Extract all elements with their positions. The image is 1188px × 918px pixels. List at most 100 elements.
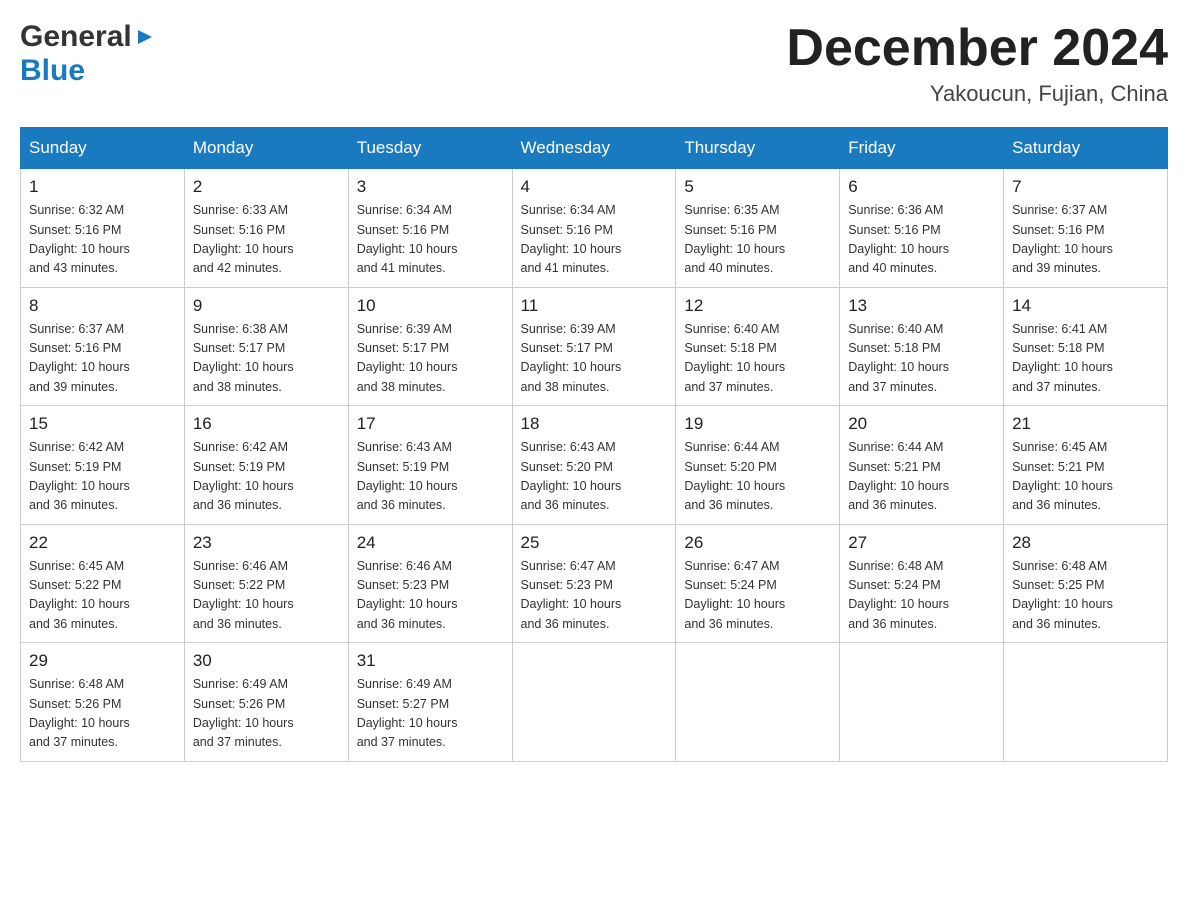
day-info: Sunrise: 6:43 AMSunset: 5:20 PMDaylight:… (521, 438, 668, 516)
calendar-empty-cell (512, 643, 676, 762)
day-number: 4 (521, 177, 668, 197)
calendar-day-24: 24 Sunrise: 6:46 AMSunset: 5:23 PMDayligh… (348, 524, 512, 643)
calendar-day-29: 29Sunrise: 6:48 AMSunset: 5:26 PMDayligh… (21, 643, 185, 762)
calendar-day-1: 1 Sunrise: 6:32 AMSunset: 5:16 PMDaylight… (21, 169, 185, 288)
day-header-saturday: Saturday (1004, 128, 1168, 169)
day-header-monday: Monday (184, 128, 348, 169)
day-info: Sunrise: 6:49 AMSunset: 5:27 PMDaylight:… (357, 675, 504, 753)
day-info: Sunrise: 6:39 AMSunset: 5:17 PMDaylight:… (357, 320, 504, 398)
calendar-week-row: 15 Sunrise: 6:42 AMSunset: 5:19 PMDayligh… (21, 406, 1168, 525)
day-info: Sunrise: 6:48 AMSunset: 5:24 PMDaylight:… (848, 557, 995, 635)
month-title: December 2024 (786, 20, 1168, 77)
day-number: 5 (684, 177, 831, 197)
day-number: 30 (193, 651, 340, 671)
calendar-day-25: 25 Sunrise: 6:47 AMSunset: 5:23 PMDayligh… (512, 524, 676, 643)
calendar-day-19: 19 Sunrise: 6:44 AMSunset: 5:20 PMDayligh… (676, 406, 840, 525)
calendar-day-20: 20Sunrise: 6:44 AMSunset: 5:21 PMDayligh… (840, 406, 1004, 525)
day-info: Sunrise: 6:45 AMSunset: 5:21 PMDaylight:… (1012, 438, 1159, 516)
day-number: 2 (193, 177, 340, 197)
day-number: 3 (357, 177, 504, 197)
calendar-day-21: 21 Sunrise: 6:45 AMSunset: 5:21 PMDayligh… (1004, 406, 1168, 525)
calendar-day-9: 9 Sunrise: 6:38 AMSunset: 5:17 PMDaylight… (184, 287, 348, 406)
calendar-day-4: 4 Sunrise: 6:34 AMSunset: 5:16 PMDaylight… (512, 169, 676, 288)
location: Yakoucun, Fujian, China (786, 81, 1168, 107)
day-info: Sunrise: 6:37 AMSunset: 5:16 PMDaylight:… (29, 320, 176, 398)
calendar-day-3: 3 Sunrise: 6:34 AMSunset: 5:16 PMDaylight… (348, 169, 512, 288)
day-number: 18 (521, 414, 668, 434)
day-number: 31 (357, 651, 504, 671)
day-header-thursday: Thursday (676, 128, 840, 169)
calendar-day-13: 13 Sunrise: 6:40 AMSunset: 5:18 PMDayligh… (840, 287, 1004, 406)
calendar-day-26: 26Sunrise: 6:47 AMSunset: 5:24 PMDayligh… (676, 524, 840, 643)
day-number: 23 (193, 533, 340, 553)
calendar-week-row: 1 Sunrise: 6:32 AMSunset: 5:16 PMDaylight… (21, 169, 1168, 288)
calendar-day-12: 12 Sunrise: 6:40 AMSunset: 5:18 PMDayligh… (676, 287, 840, 406)
day-info: Sunrise: 6:46 AMSunset: 5:22 PMDaylight:… (193, 557, 340, 635)
day-number: 10 (357, 296, 504, 316)
calendar-day-27: 27 Sunrise: 6:48 AMSunset: 5:24 PMDayligh… (840, 524, 1004, 643)
day-number: 22 (29, 533, 176, 553)
calendar-day-28: 28Sunrise: 6:48 AMSunset: 5:25 PMDayligh… (1004, 524, 1168, 643)
calendar-day-2: 2 Sunrise: 6:33 AMSunset: 5:16 PMDaylight… (184, 169, 348, 288)
day-number: 14 (1012, 296, 1159, 316)
day-info: Sunrise: 6:36 AMSunset: 5:16 PMDaylight:… (848, 201, 995, 279)
calendar-day-10: 10 Sunrise: 6:39 AMSunset: 5:17 PMDayligh… (348, 287, 512, 406)
day-number: 12 (684, 296, 831, 316)
day-number: 1 (29, 177, 176, 197)
day-number: 28 (1012, 533, 1159, 553)
calendar-day-8: 8 Sunrise: 6:37 AMSunset: 5:16 PMDaylight… (21, 287, 185, 406)
day-number: 21 (1012, 414, 1159, 434)
calendar-table: SundayMondayTuesdayWednesdayThursdayFrid… (20, 127, 1168, 762)
day-header-tuesday: Tuesday (348, 128, 512, 169)
day-info: Sunrise: 6:33 AMSunset: 5:16 PMDaylight:… (193, 201, 340, 279)
calendar-day-6: 6 Sunrise: 6:36 AMSunset: 5:16 PMDaylight… (840, 169, 1004, 288)
day-number: 25 (521, 533, 668, 553)
day-info: Sunrise: 6:46 AMSunset: 5:23 PMDaylight:… (357, 557, 504, 635)
logo-blue-text: Blue (20, 54, 85, 87)
day-info: Sunrise: 6:39 AMSunset: 5:17 PMDaylight:… (521, 320, 668, 398)
day-info: Sunrise: 6:44 AMSunset: 5:21 PMDaylight:… (848, 438, 995, 516)
calendar-day-11: 11 Sunrise: 6:39 AMSunset: 5:17 PMDayligh… (512, 287, 676, 406)
day-info: Sunrise: 6:37 AMSunset: 5:16 PMDaylight:… (1012, 201, 1159, 279)
day-info: Sunrise: 6:42 AMSunset: 5:19 PMDaylight:… (193, 438, 340, 516)
day-info: Sunrise: 6:44 AMSunset: 5:20 PMDaylight:… (684, 438, 831, 516)
calendar-empty-cell (840, 643, 1004, 762)
day-number: 24 (357, 533, 504, 553)
day-number: 19 (684, 414, 831, 434)
day-number: 26 (684, 533, 831, 553)
day-header-sunday: Sunday (21, 128, 185, 169)
day-info: Sunrise: 6:43 AMSunset: 5:19 PMDaylight:… (357, 438, 504, 516)
calendar-week-row: 8 Sunrise: 6:37 AMSunset: 5:16 PMDaylight… (21, 287, 1168, 406)
calendar-day-17: 17 Sunrise: 6:43 AMSunset: 5:19 PMDayligh… (348, 406, 512, 525)
calendar-day-14: 14Sunrise: 6:41 AMSunset: 5:18 PMDayligh… (1004, 287, 1168, 406)
day-info: Sunrise: 6:47 AMSunset: 5:23 PMDaylight:… (521, 557, 668, 635)
day-info: Sunrise: 6:42 AMSunset: 5:19 PMDaylight:… (29, 438, 176, 516)
day-number: 15 (29, 414, 176, 434)
calendar-header-row: SundayMondayTuesdayWednesdayThursdayFrid… (21, 128, 1168, 169)
day-info: Sunrise: 6:45 AMSunset: 5:22 PMDaylight:… (29, 557, 176, 635)
day-info: Sunrise: 6:34 AMSunset: 5:16 PMDaylight:… (521, 201, 668, 279)
day-number: 11 (521, 296, 668, 316)
day-number: 16 (193, 414, 340, 434)
calendar-day-15: 15 Sunrise: 6:42 AMSunset: 5:19 PMDayligh… (21, 406, 185, 525)
day-number: 9 (193, 296, 340, 316)
calendar-day-31: 31 Sunrise: 6:49 AMSunset: 5:27 PMDayligh… (348, 643, 512, 762)
day-info: Sunrise: 6:49 AMSunset: 5:26 PMDaylight:… (193, 675, 340, 753)
day-info: Sunrise: 6:40 AMSunset: 5:18 PMDaylight:… (684, 320, 831, 398)
day-number: 27 (848, 533, 995, 553)
calendar-empty-cell (1004, 643, 1168, 762)
logo-arrow-icon (134, 26, 156, 48)
day-number: 8 (29, 296, 176, 316)
day-number: 6 (848, 177, 995, 197)
day-info: Sunrise: 6:40 AMSunset: 5:18 PMDaylight:… (848, 320, 995, 398)
day-number: 13 (848, 296, 995, 316)
day-info: Sunrise: 6:38 AMSunset: 5:17 PMDaylight:… (193, 320, 340, 398)
day-number: 17 (357, 414, 504, 434)
day-header-wednesday: Wednesday (512, 128, 676, 169)
logo-general-text: General (20, 20, 132, 54)
day-info: Sunrise: 6:32 AMSunset: 5:16 PMDaylight:… (29, 201, 176, 279)
calendar-day-22: 22 Sunrise: 6:45 AMSunset: 5:22 PMDayligh… (21, 524, 185, 643)
calendar-week-row: 29Sunrise: 6:48 AMSunset: 5:26 PMDayligh… (21, 643, 1168, 762)
day-info: Sunrise: 6:34 AMSunset: 5:16 PMDaylight:… (357, 201, 504, 279)
calendar-day-7: 7Sunrise: 6:37 AMSunset: 5:16 PMDaylight… (1004, 169, 1168, 288)
